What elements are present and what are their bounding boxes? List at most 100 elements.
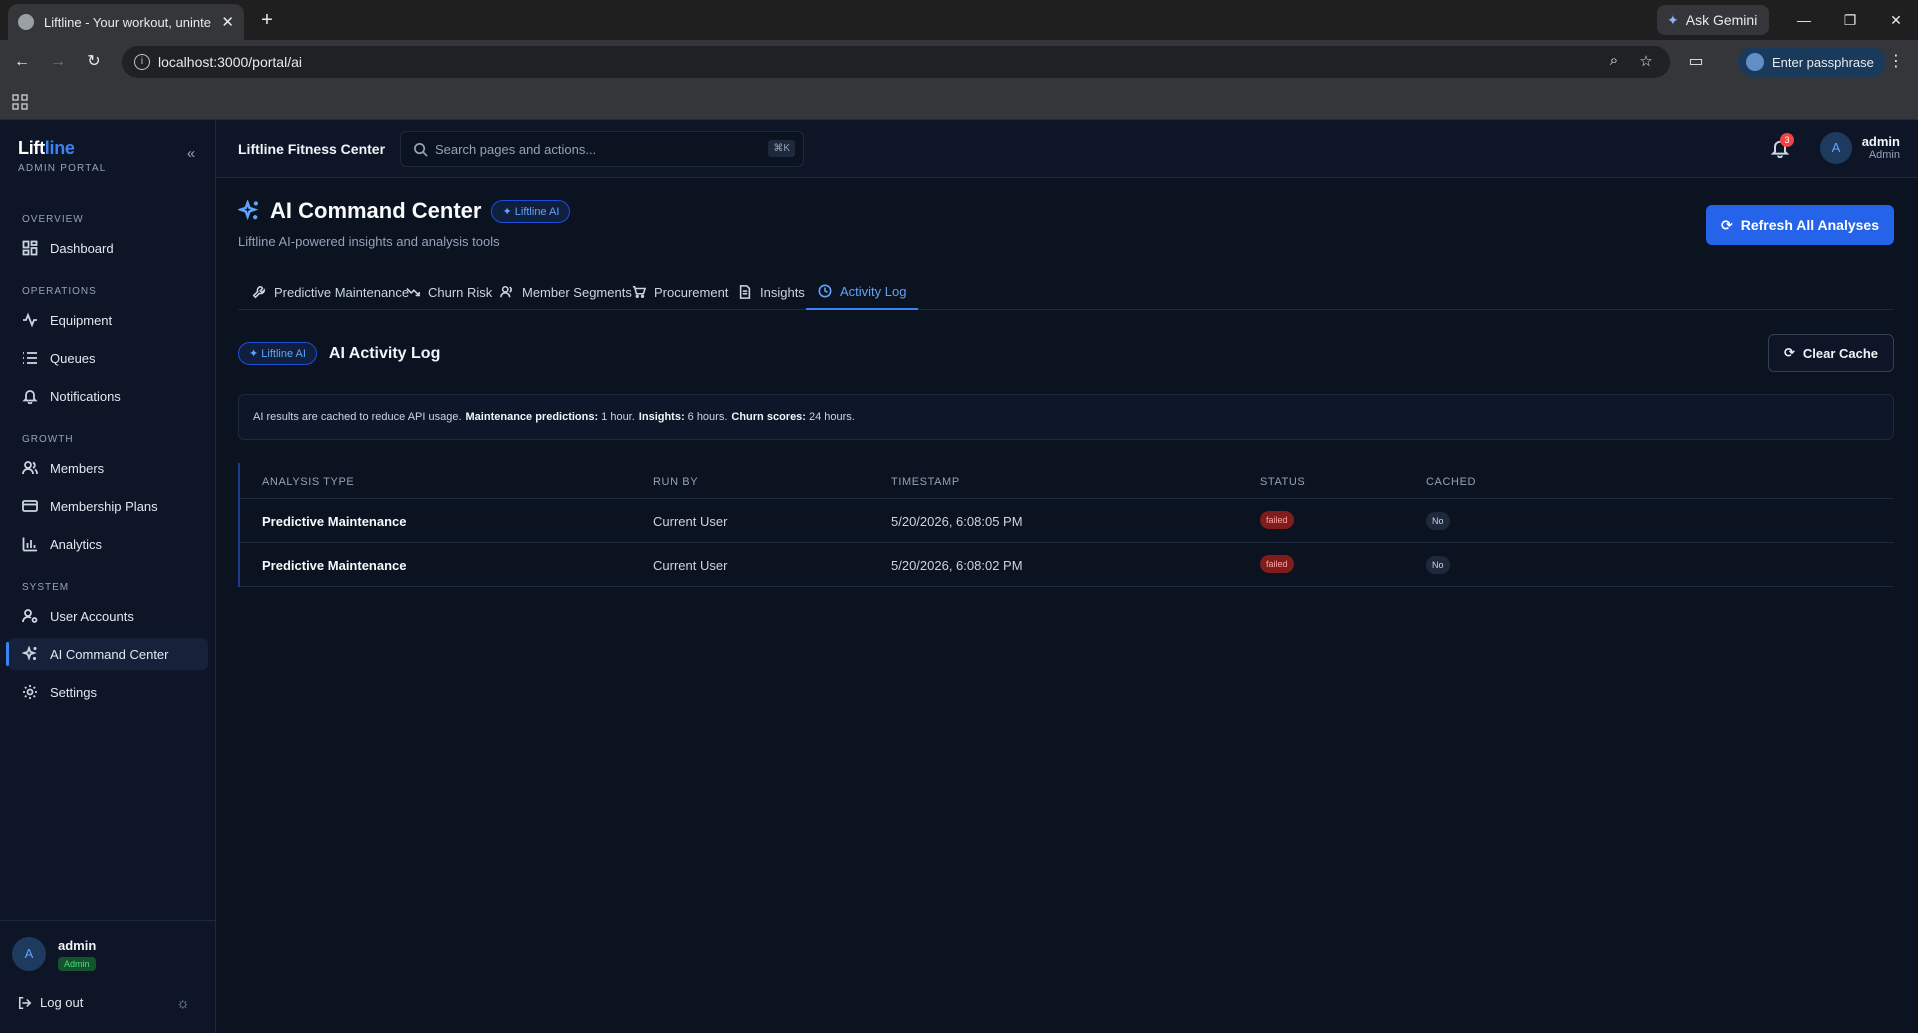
avatar[interactable]: A [1820, 132, 1852, 164]
tab-label: Predictive Maintenance [274, 284, 410, 300]
column-header-analysis-type[interactable]: ANALYSIS TYPE [262, 476, 354, 488]
brand-main: Lift [18, 138, 45, 158]
sidebar: Liftline ADMIN PORTAL « OVERVIEW Dashboa… [0, 120, 216, 1033]
sidebar-item-members[interactable]: Members [8, 452, 208, 484]
back-button[interactable]: ← [10, 50, 34, 74]
passphrase-button[interactable]: Enter passphrase [1738, 47, 1886, 77]
tab-activity-log[interactable]: Activity Log [806, 274, 919, 310]
cell-run-by: Current User [653, 514, 728, 529]
cell-timestamp: 5/20/2026, 6:08:02 PM [891, 558, 1023, 573]
sidebar-item-settings[interactable]: Settings [8, 676, 208, 708]
sidebar-item-notifications[interactable]: Notifications [8, 380, 208, 412]
users-icon [500, 285, 512, 298]
sidebar-item-equipment[interactable]: Equipment [8, 304, 208, 336]
sidebar-item-label: Dashboard [50, 240, 114, 256]
sidebar-item-label: AI Command Center [50, 646, 169, 662]
column-header-run-by[interactable]: RUN BY [653, 476, 698, 488]
ask-gemini-button[interactable]: ✦ Ask Gemini [1657, 5, 1770, 35]
cast-icon[interactable]: ▭ [1684, 50, 1708, 74]
sidebar-item-label: Notifications [50, 388, 121, 404]
zoom-icon[interactable]: ⌕ [1604, 52, 1624, 72]
cache-note-churn-value: 24 hours. [808, 411, 855, 423]
notification-count-badge: 3 [1780, 133, 1794, 147]
list-icon [23, 352, 37, 364]
ask-gemini-label: Ask Gemini [1685, 12, 1758, 28]
section-operations: OPERATIONS [22, 286, 97, 297]
profile-globe-icon [1746, 53, 1764, 71]
cell-analysis-type: Predictive Maintenance [262, 514, 407, 529]
search-shortcut: ⌘K [768, 140, 795, 157]
page-header: AI Command Center ✦ Liftline AI [238, 198, 571, 224]
tab-label: Member Segments [522, 284, 632, 300]
sidebar-item-membership-plans[interactable]: Membership Plans [8, 490, 208, 522]
tab-close-icon[interactable]: ✕ [221, 13, 234, 31]
sidebar-item-dashboard[interactable]: Dashboard [8, 232, 208, 264]
reload-button[interactable]: ↻ [82, 50, 106, 74]
liftline-ai-badge: ✦ Liftline AI [238, 342, 317, 365]
tab-title: Liftline - Your workout, unintern [44, 14, 212, 30]
table-row[interactable]: Predictive Maintenance Current User 5/20… [240, 543, 1894, 587]
brand-logo[interactable]: Liftline [18, 138, 75, 159]
collapse-sidebar-icon[interactable]: « [182, 146, 200, 164]
forward-button[interactable]: → [46, 50, 70, 74]
logout-button[interactable]: Log out [18, 995, 83, 1010]
site-info-icon[interactable]: i [134, 54, 150, 70]
status-badge: failed [1260, 555, 1294, 573]
cache-note-maint-value: 1 hour. [601, 411, 635, 423]
gemini-sparkle-icon: ✦ [1667, 11, 1679, 28]
section-system: SYSTEM [22, 582, 70, 593]
sidebar-user-name: admin [58, 938, 97, 953]
favicon-icon [18, 14, 34, 30]
sidebar-item-label: Membership Plans [50, 498, 158, 514]
tab-insights[interactable]: Insights [726, 274, 817, 310]
cache-note-insights-label: Insights: [638, 411, 685, 423]
new-tab-button[interactable]: + [254, 8, 280, 34]
close-window-button[interactable]: ✕ [1876, 8, 1916, 32]
tab-procurement[interactable]: Procurement [620, 274, 740, 310]
tab-label: Insights [760, 284, 805, 300]
trending-down-icon [406, 287, 420, 297]
address-bar[interactable]: i localhost:3000/portal/ai ⌕ ☆ [122, 46, 1670, 78]
sidebar-item-ai-command-center[interactable]: AI Command Center [6, 638, 208, 670]
tab-label: Procurement [654, 284, 729, 300]
sidebar-item-label: Equipment [50, 312, 113, 328]
logout-icon [18, 996, 32, 1009]
cached-badge: No [1426, 512, 1450, 530]
passphrase-label: Enter passphrase [1772, 54, 1874, 70]
apps-grid-icon[interactable] [12, 94, 28, 110]
sidebar-item-user-accounts[interactable]: User Accounts [8, 600, 208, 632]
cell-analysis-type: Predictive Maintenance [262, 558, 407, 573]
sidebar-item-label: Queues [50, 350, 96, 366]
sidebar-item-queues[interactable]: Queues [8, 342, 208, 374]
clear-cache-button[interactable]: ⟳ Clear Cache [1768, 334, 1894, 372]
column-header-cached[interactable]: CACHED [1426, 476, 1476, 488]
bookmark-star-icon[interactable]: ☆ [1636, 52, 1656, 72]
sidebar-item-label: User Accounts [50, 608, 134, 624]
browser-menu-icon[interactable]: ⋮ [1884, 50, 1908, 74]
sidebar-item-label: Analytics [50, 536, 103, 552]
browser-tab-bar: Liftline - Your workout, unintern ✕ + ✦ … [0, 0, 1918, 40]
topbar-user[interactable]: admin Admin [1860, 134, 1900, 161]
browser-tab[interactable]: Liftline - Your workout, unintern ✕ [8, 4, 244, 40]
avatar[interactable]: A [12, 937, 46, 971]
minimize-button[interactable]: — [1784, 8, 1824, 32]
status-badge: failed [1260, 511, 1294, 529]
sparkles-icon [22, 646, 37, 661]
tab-label: Churn Risk [428, 284, 493, 300]
dashboard-icon [22, 240, 38, 256]
theme-toggle-sun-icon[interactable]: ☼ [176, 995, 190, 1012]
cached-badge: No [1426, 556, 1450, 574]
column-header-status[interactable]: STATUS [1260, 476, 1305, 488]
refresh-all-analyses-button[interactable]: ⟳ Refresh All Analyses [1706, 205, 1894, 245]
refresh-icon: ⟳ [1783, 345, 1795, 360]
topbar-user-role: Admin [1868, 149, 1900, 161]
bookmarks-bar [0, 84, 1918, 120]
clock-icon [818, 284, 832, 298]
sidebar-item-label: Members [50, 460, 105, 476]
sidebar-item-analytics[interactable]: Analytics [8, 528, 208, 560]
table-row[interactable]: Predictive Maintenance Current User 5/20… [240, 499, 1894, 543]
search-placeholder: Search pages and actions... [435, 142, 597, 157]
column-header-timestamp[interactable]: TIMESTAMP [891, 476, 960, 488]
restore-button[interactable]: ❐ [1830, 8, 1870, 32]
search-input[interactable]: Search pages and actions... ⌘K [400, 131, 804, 167]
